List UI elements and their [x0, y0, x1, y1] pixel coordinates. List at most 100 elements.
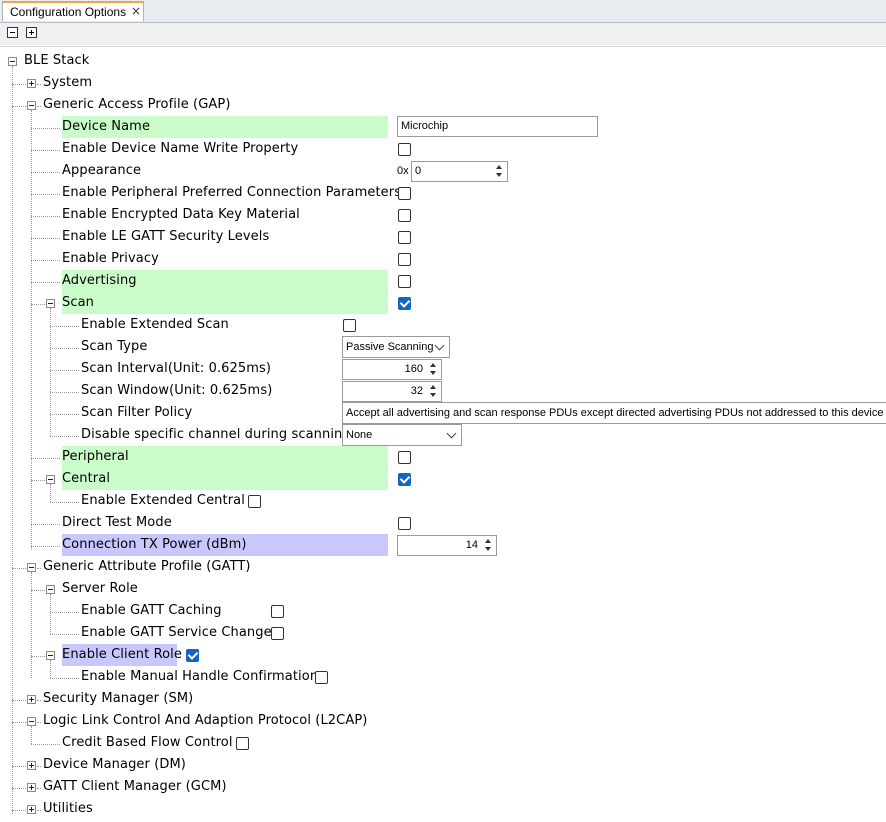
collapse-toggle-icon[interactable] — [8, 57, 17, 66]
pref-conn-params-checkbox[interactable] — [398, 187, 411, 200]
tree-line — [31, 656, 45, 657]
tree-line — [31, 128, 60, 129]
collapse-toggle-icon[interactable] — [27, 101, 36, 110]
device-name-input[interactable]: Microchip — [397, 116, 598, 137]
tree-line — [50, 612, 79, 613]
gatt-caching-label: Enable GATT Caching — [81, 603, 222, 618]
tree-line — [31, 590, 45, 591]
expand-toggle-icon[interactable] — [27, 79, 36, 88]
tx-power-spinner[interactable]: 14 — [397, 535, 497, 556]
tree-node-gcm[interactable]: GATT Client Manager (GCM) — [43, 776, 227, 798]
tree-node-l2cap[interactable]: Logic Link Control And Adaption Protocol… — [43, 710, 367, 732]
credit-flow-checkbox[interactable] — [236, 737, 249, 750]
expand-toggle-icon[interactable] — [27, 695, 36, 704]
scan-type-select[interactable]: Passive Scanning — [342, 336, 450, 358]
tree-line — [12, 766, 26, 767]
encrypted-key-checkbox[interactable] — [398, 209, 411, 222]
collapse-toggle-icon[interactable] — [46, 299, 55, 308]
scan-interval-value: 160 — [404, 363, 423, 375]
expand-toggle-icon[interactable] — [27, 783, 36, 792]
ext-scan-checkbox[interactable] — [343, 319, 356, 332]
tree-node-gap[interactable]: Generic Access Profile (GAP) — [43, 94, 231, 116]
direct-test-checkbox[interactable] — [398, 517, 411, 530]
tree-line — [37, 700, 41, 701]
tree-line — [12, 66, 13, 814]
peripheral-checkbox[interactable] — [398, 451, 411, 464]
tree-node-server-role[interactable]: Server Role — [62, 578, 138, 600]
tree-line — [31, 304, 45, 305]
expand-toggle-icon[interactable] — [27, 761, 36, 770]
tree-line — [37, 810, 41, 811]
spinner-arrows-icon[interactable] — [493, 163, 506, 180]
collapse-toggle-icon[interactable] — [46, 475, 55, 484]
appearance-label: Appearance — [62, 163, 142, 178]
ext-scan-label: Enable Extended Scan — [81, 317, 229, 332]
tree-node-central[interactable]: Central — [62, 468, 110, 490]
gatt-service-change-checkbox[interactable] — [271, 627, 284, 640]
scan-interval-spinner[interactable]: 160 — [342, 359, 442, 380]
tree-line — [37, 766, 41, 767]
pref-conn-params-label: Enable Peripheral Preferred Connection P… — [62, 185, 402, 200]
device-name-label: Device Name — [62, 119, 151, 134]
manual-handle-checkbox[interactable] — [315, 671, 328, 684]
tree-node-ble-stack[interactable]: BLE Stack — [24, 50, 89, 72]
tree-line — [50, 326, 79, 327]
gatt-caching-checkbox[interactable] — [271, 605, 284, 618]
tree-line — [50, 634, 79, 635]
tree-line — [50, 392, 79, 393]
tree-line — [12, 700, 26, 701]
chevron-down-icon — [446, 428, 457, 439]
collapse-toggle-icon[interactable] — [46, 651, 55, 660]
spinner-arrows-icon[interactable] — [482, 537, 495, 554]
collapse-toggle-icon[interactable] — [27, 563, 36, 572]
tree-node-system[interactable]: System — [43, 72, 92, 94]
disable-channel-select[interactable]: None — [342, 424, 462, 446]
tree-line — [31, 726, 32, 744]
tree-node-utilities[interactable]: Utilities — [43, 798, 93, 820]
appearance-value: 0 — [415, 165, 422, 177]
collapse-toggle-icon[interactable] — [46, 585, 55, 594]
advertising-checkbox[interactable] — [398, 275, 411, 288]
expand-toggle-icon[interactable] — [27, 805, 36, 814]
tree-line — [31, 458, 60, 459]
credit-flow-label: Credit Based Flow Control — [62, 735, 233, 750]
tree-line — [37, 84, 41, 85]
tree-line — [12, 84, 26, 85]
tree-line — [31, 260, 60, 261]
tree-line — [12, 722, 26, 723]
tree-line — [50, 414, 79, 415]
spinner-arrows-icon[interactable] — [427, 383, 440, 400]
privacy-checkbox[interactable] — [398, 253, 411, 266]
tree-line — [31, 238, 60, 239]
scan-window-value: 32 — [410, 385, 423, 397]
tree-line — [31, 572, 32, 678]
config-tree: BLE Stack System Generic Access Profile … — [0, 0, 886, 822]
tree-line — [50, 370, 79, 371]
tree-node-sm[interactable]: Security Manager (SM) — [43, 688, 193, 710]
tree-node-scan[interactable]: Scan — [62, 292, 94, 314]
scan-window-spinner[interactable]: 32 — [342, 381, 442, 402]
tree-line — [50, 308, 51, 436]
scan-filter-select[interactable]: Accept all advertising and scan response… — [342, 402, 886, 424]
disable-channel-value: None — [346, 429, 373, 441]
tree-node-gatt[interactable]: Generic Attribute Profile (GATT) — [43, 556, 251, 578]
tree-line — [31, 150, 60, 151]
tree-line — [12, 568, 26, 569]
tree-node-client-role[interactable]: Enable Client Role — [62, 644, 182, 666]
tree-node-dm[interactable]: Device Manager (DM) — [43, 754, 186, 776]
client-role-checkbox[interactable] — [186, 649, 199, 662]
appearance-spinner[interactable]: 0 — [411, 161, 508, 182]
tree-line — [31, 480, 45, 481]
tree-line — [50, 502, 79, 503]
scan-checkbox[interactable] — [398, 297, 411, 310]
enable-name-write-checkbox[interactable] — [398, 143, 411, 156]
ext-central-checkbox[interactable] — [248, 495, 261, 508]
central-checkbox[interactable] — [398, 473, 411, 486]
advertising-label: Advertising — [62, 273, 137, 288]
spinner-arrows-icon[interactable] — [427, 361, 440, 378]
tree-line — [12, 106, 26, 107]
gatt-security-checkbox[interactable] — [398, 231, 411, 244]
hex-prefix: 0x — [397, 165, 409, 177]
scan-window-label: Scan Window(Unit: 0.625ms) — [81, 383, 273, 398]
collapse-toggle-icon[interactable] — [27, 717, 36, 726]
